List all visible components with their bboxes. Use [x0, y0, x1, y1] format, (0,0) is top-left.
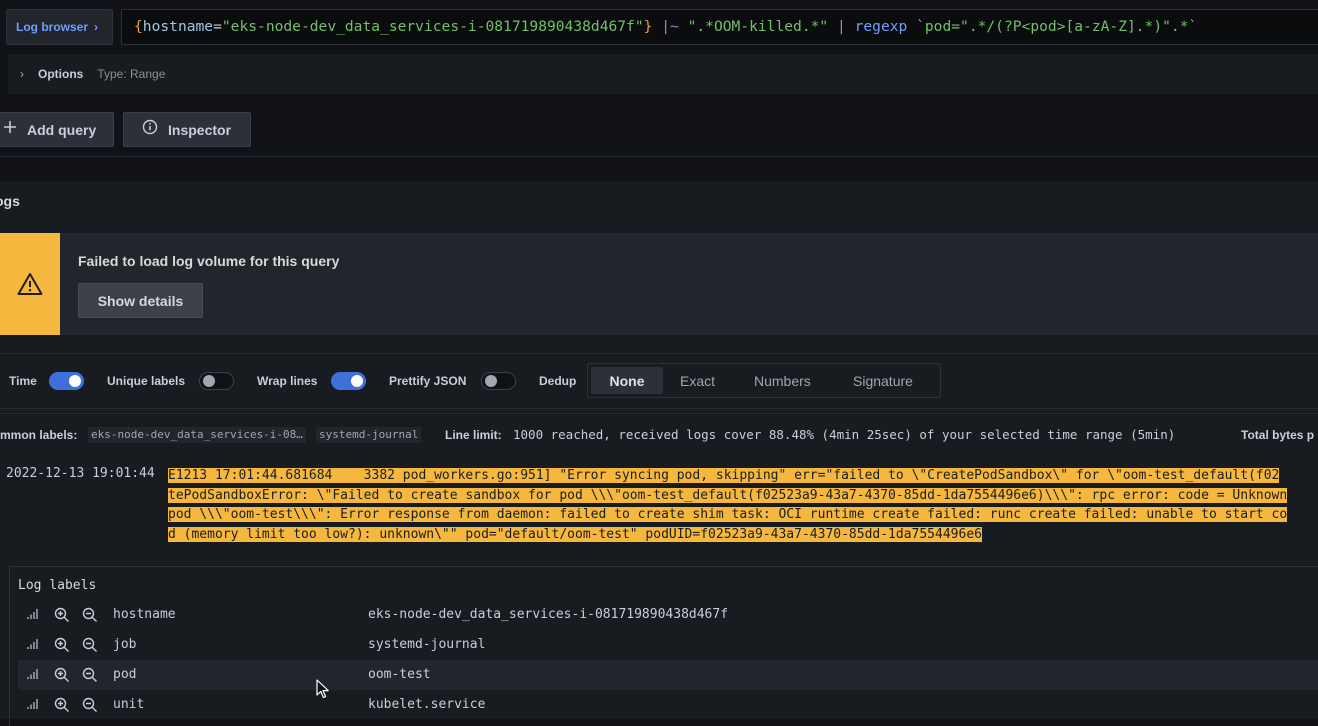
- log-line[interactable]: E1213 17:01:44.681684 3382 pod_workers.g…: [168, 464, 1318, 544]
- log-details: Log labels hostname eks-node-dev_data_se…: [9, 566, 1318, 726]
- log-label-row: job systemd-journal: [18, 630, 1318, 660]
- query-brace-open: {: [134, 18, 143, 35]
- dedup-option-signature[interactable]: Signature: [853, 367, 913, 394]
- wrap-lines-toggle[interactable]: [331, 372, 366, 390]
- log-label-value: systemd-journal: [368, 637, 486, 652]
- log-label-value: eks-node-dev_data_services-i-08171989043…: [368, 607, 729, 622]
- zoom-in-icon[interactable]: [54, 607, 72, 623]
- query-editor[interactable]: {hostname="eks-node-dev_data_services-i-…: [121, 9, 1318, 45]
- zoom-in-icon[interactable]: [54, 667, 72, 683]
- log-label-value: oom-test: [368, 667, 431, 682]
- query-options-row[interactable]: › Options Type: Range: [8, 54, 1318, 94]
- dedup-label: Dedup: [539, 374, 577, 388]
- time-toggle[interactable]: [49, 372, 84, 390]
- chevron-right-icon: ›: [20, 67, 24, 81]
- log-label-key: job: [113, 637, 137, 652]
- plus-icon: [3, 120, 17, 139]
- line-limit-key: Line limit:: [445, 428, 502, 442]
- mouse-pointer-icon: [316, 679, 330, 704]
- log-line-segment: E1213 17:01:44.681684 3382 pod_workers.g…: [168, 468, 1280, 483]
- unique-labels-toggle[interactable]: [199, 372, 234, 390]
- logs-meta-row: mmon labels: eks-node-dev_data_services-…: [0, 425, 1318, 445]
- prettify-json-toggle-label: Prettify JSON: [389, 374, 467, 388]
- total-bytes-key: Total bytes p: [1241, 428, 1315, 442]
- query-row: Log browser › {hostname="eks-node-dev_da…: [0, 0, 1318, 52]
- query-eq: =: [213, 18, 222, 35]
- query-label-key: hostname: [142, 18, 214, 35]
- divider: [0, 413, 1318, 414]
- zoom-in-icon[interactable]: [54, 637, 72, 653]
- log-timestamp: 2022-12-13 19:01:44: [6, 466, 155, 481]
- add-query-button[interactable]: Add query: [0, 112, 114, 147]
- divider: [0, 156, 1318, 157]
- query-filter-op: |~: [661, 18, 679, 35]
- query-filter-value: ".*OOM-killed.*": [687, 18, 829, 35]
- log-label-key: unit: [113, 697, 145, 712]
- signal-bars-icon[interactable]: [26, 697, 44, 713]
- options-type: Type: Range: [97, 67, 166, 81]
- alert-title: Failed to load log volume for this query: [78, 253, 340, 269]
- signal-bars-icon[interactable]: [26, 637, 44, 653]
- log-line-segment: pod \\\"oom-test\\\": Error response fro…: [168, 507, 1288, 522]
- zoom-in-icon[interactable]: [54, 697, 72, 713]
- logs-panel-title: ogs: [0, 193, 20, 209]
- query-regexp-fn: regexp: [854, 18, 908, 35]
- log-label-value: kubelet.service: [368, 697, 486, 712]
- query-label-value: "eks-node-dev_data_services-i-0817198904…: [221, 18, 644, 35]
- query-pipe: |: [837, 18, 846, 35]
- signal-bars-icon[interactable]: [26, 607, 44, 623]
- line-limit-value: 1000 reached, received logs cover 88.48%…: [513, 427, 1176, 442]
- log-label-key: pod: [113, 667, 137, 682]
- dedup-option-exact[interactable]: Exact: [680, 367, 715, 394]
- query-regexp-value: `pod=".*/(?P<pod>[a-zA-Z].*)".*`: [916, 18, 1198, 35]
- wrap-lines-toggle-label: Wrap lines: [257, 374, 318, 388]
- inspector-label: Inspector: [168, 121, 232, 138]
- log-label-row: pod oom-test: [18, 660, 1318, 690]
- dedup-option-numbers[interactable]: Numbers: [754, 367, 811, 394]
- query-brace-close: }: [643, 18, 653, 35]
- time-toggle-label: Time: [9, 374, 37, 388]
- log-label-row: unit kubelet.service: [18, 690, 1318, 720]
- zoom-out-icon[interactable]: [82, 667, 100, 683]
- log-line-segment: tePodSandboxError: \"Failed to create sa…: [168, 487, 1288, 503]
- log-line-segment: d (memory limit too low?): unknown\"" po…: [168, 526, 982, 542]
- zoom-out-icon[interactable]: [82, 697, 100, 713]
- chevron-right-icon: ›: [94, 20, 99, 34]
- log-labels-title: Log labels: [18, 578, 97, 593]
- prettify-json-toggle[interactable]: [481, 372, 516, 390]
- inspector-button[interactable]: Inspector: [123, 112, 251, 147]
- log-volume-alert: Failed to load log volume for this query…: [0, 233, 1318, 335]
- info-circle-icon: [142, 119, 158, 140]
- log-label-key: hostname: [113, 607, 176, 622]
- zoom-out-icon[interactable]: [82, 607, 100, 623]
- log-browser-button[interactable]: Log browser ›: [6, 9, 113, 45]
- dedup-option-none[interactable]: None: [591, 367, 663, 394]
- signal-bars-icon[interactable]: [26, 667, 44, 683]
- common-labels-key: mmon labels:: [0, 428, 78, 442]
- zoom-out-icon[interactable]: [82, 637, 100, 653]
- common-label-chip: eks-node-dev_data_services-i-08…: [88, 427, 306, 443]
- warning-triangle-icon: [0, 233, 60, 335]
- log-label-row: hostname eks-node-dev_data_services-i-08…: [18, 600, 1318, 630]
- add-query-label: Add query: [27, 121, 97, 138]
- unique-labels-toggle-label: Unique labels: [107, 374, 186, 388]
- log-options-toolbar: Time Unique labels Wrap lines Prettify J…: [0, 353, 1318, 409]
- show-details-button[interactable]: Show details: [78, 283, 203, 318]
- common-label-chip: systemd-journal: [316, 427, 422, 443]
- options-label: Options: [38, 67, 84, 81]
- log-browser-label: Log browser: [16, 20, 89, 34]
- dedup-radio-group: None Exact Numbers Signature: [587, 363, 941, 398]
